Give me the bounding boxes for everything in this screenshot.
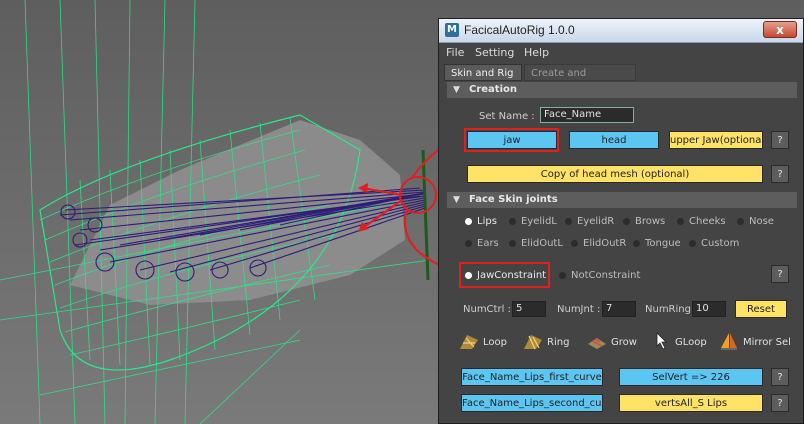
selvert-button[interactable]: SelVert => 226 bbox=[619, 368, 763, 386]
verts-all-button[interactable]: vertsAll_S Lips bbox=[619, 394, 763, 412]
grow-icon bbox=[588, 338, 606, 349]
mirror-icon bbox=[721, 333, 737, 350]
help-button-copy[interactable]: ? bbox=[771, 165, 789, 183]
first-curve-button[interactable]: Face_Name_Lips_first_curve bbox=[461, 368, 603, 386]
help-button-curve1[interactable]: ? bbox=[771, 368, 789, 386]
ring-icon bbox=[524, 335, 542, 350]
set-name-label: Set Name : bbox=[479, 111, 535, 122]
menu-setting[interactable]: Setting bbox=[475, 46, 514, 59]
radio-notconstraint[interactable]: NotConstraint bbox=[559, 270, 640, 281]
close-icon[interactable]: x bbox=[763, 21, 797, 38]
menu-file[interactable]: File bbox=[446, 46, 464, 59]
collapse-arrow-icon[interactable]: ▼ bbox=[453, 192, 460, 208]
head-button[interactable]: head bbox=[569, 131, 659, 149]
creation-frame-header[interactable]: ▼ Creation bbox=[447, 82, 797, 98]
radio-lips[interactable]: Lips bbox=[465, 216, 497, 227]
second-curve-button[interactable]: Face_Name_Lips_second_curve bbox=[461, 394, 603, 412]
loop-tool[interactable]: Loop bbox=[459, 332, 507, 350]
facialautorig-window[interactable]: M FacicalAutoRig 1.0.0 x File Setting He… bbox=[438, 18, 804, 424]
tab-bar: Skin and Rig Create and Editing... bbox=[444, 64, 800, 96]
radio-eyelidr[interactable]: EyelidR bbox=[565, 216, 614, 227]
help-button-creation[interactable]: ? bbox=[771, 131, 789, 149]
tab-skin-and-rig[interactable]: Skin and Rig bbox=[444, 64, 522, 81]
mirror-sel-tool[interactable]: Mirror Sel bbox=[719, 332, 791, 350]
collapse-arrow-icon[interactable]: ▼ bbox=[453, 82, 460, 98]
radio-cheeks[interactable]: Cheeks bbox=[677, 216, 726, 227]
radio-elidoutr[interactable]: ElidOutR bbox=[571, 238, 626, 249]
copy-head-mesh-button[interactable]: Copy of head mesh (optional) bbox=[467, 165, 763, 183]
radio-custom[interactable]: Custom bbox=[689, 238, 739, 249]
menu-bar: File Setting Help bbox=[439, 44, 803, 61]
set-name-input[interactable]: Face_Name bbox=[540, 107, 634, 123]
radio-eyelidl[interactable]: EyelidL bbox=[509, 216, 557, 227]
numctrl-label: NumCtrl : bbox=[463, 304, 511, 315]
title-bar[interactable]: M FacicalAutoRig 1.0.0 x bbox=[439, 19, 803, 43]
help-button-curve2[interactable]: ? bbox=[771, 394, 789, 412]
gloop-tool[interactable]: GLoop bbox=[651, 332, 707, 350]
reset-button[interactable]: Reset bbox=[735, 300, 787, 318]
cursor-icon bbox=[656, 332, 667, 350]
radio-nose[interactable]: Nose bbox=[737, 216, 774, 227]
numctrl-input[interactable]: 5 bbox=[512, 301, 546, 317]
menu-help[interactable]: Help bbox=[524, 46, 549, 59]
numjnt-label: NumJnt : bbox=[557, 304, 601, 315]
tab-create-and-editing[interactable]: Create and Editing... bbox=[524, 64, 636, 96]
app-icon: M bbox=[445, 23, 459, 37]
loop-icon bbox=[460, 335, 478, 349]
jawconstraint-highlight-box bbox=[459, 262, 550, 288]
creation-header-label: Creation bbox=[469, 84, 517, 95]
radio-brows[interactable]: Brows bbox=[623, 216, 665, 227]
numring-label: NumRing : bbox=[645, 304, 698, 315]
radio-tongue[interactable]: Tongue bbox=[633, 238, 681, 249]
ring-tool[interactable]: Ring bbox=[523, 332, 569, 350]
face-skin-frame-header[interactable]: ▼ Face Skin joints bbox=[447, 192, 797, 208]
radio-elidoutl[interactable]: ElidOutL bbox=[509, 238, 563, 249]
window-title: FacicalAutoRig 1.0.0 bbox=[464, 23, 575, 37]
numring-input[interactable]: 10 bbox=[692, 301, 726, 317]
jaw-highlight-box bbox=[464, 128, 559, 152]
help-button-constraint[interactable]: ? bbox=[771, 265, 789, 283]
grow-tool[interactable]: Grow bbox=[587, 332, 637, 350]
radio-ears[interactable]: Ears bbox=[465, 238, 499, 249]
upper-jaw-button[interactable]: upper Jaw(optional) bbox=[669, 131, 763, 149]
face-skin-header-label: Face Skin joints bbox=[469, 194, 558, 205]
numjnt-input[interactable]: 7 bbox=[602, 301, 636, 317]
